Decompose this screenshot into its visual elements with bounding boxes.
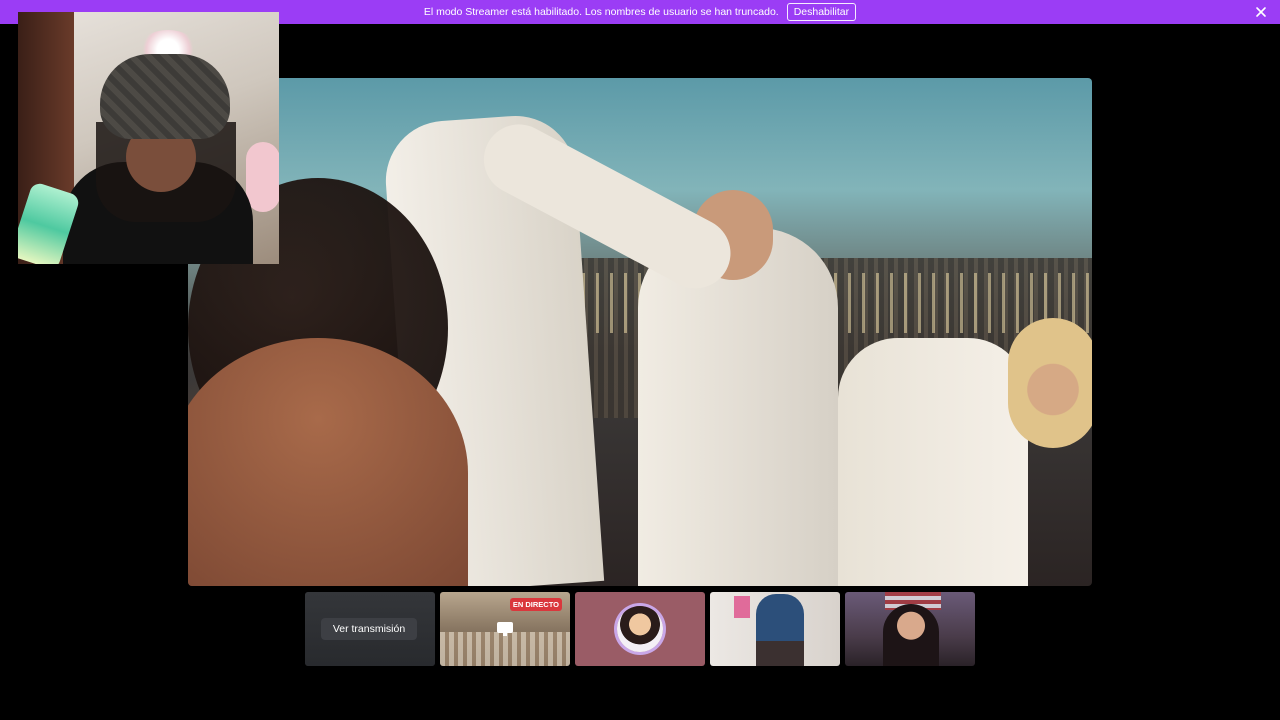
main-stream-video[interactable]	[188, 78, 1092, 586]
participant-person	[756, 594, 804, 666]
participant-tile-avatar[interactable]	[575, 592, 705, 666]
participant-tile-live-stream[interactable]: EN DIRECTO	[440, 592, 570, 666]
close-icon[interactable]	[1254, 5, 1268, 19]
screen-share-icon	[497, 622, 513, 636]
watch-stream-button[interactable]: Ver transmisión	[321, 618, 417, 640]
participant-tile-camera[interactable]	[845, 592, 975, 666]
participant-tiles: Ver transmisión EN DIRECTO	[305, 592, 976, 666]
person-figure	[638, 228, 838, 586]
streamer-webcam	[18, 12, 279, 264]
participant-person	[883, 604, 939, 666]
person-figure	[838, 338, 1028, 586]
wall-poster	[734, 596, 750, 618]
plush-toy	[246, 142, 279, 212]
participant-tile-stream-preview[interactable]: Ver transmisión	[305, 592, 435, 666]
streamer-mode-message: El modo Streamer está habilitado. Los no…	[423, 6, 779, 18]
avatar	[617, 606, 663, 652]
participant-tile-camera[interactable]	[710, 592, 840, 666]
bucket-hat	[100, 54, 230, 139]
live-badge: EN DIRECTO	[509, 598, 562, 611]
person-figure	[1008, 318, 1092, 448]
disable-streamer-mode-button[interactable]: Deshabilitar	[786, 3, 857, 21]
